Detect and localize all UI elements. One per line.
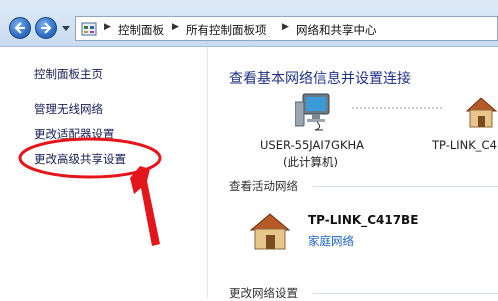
home-network-icon	[249, 213, 291, 250]
change-network-settings-header: 更改网络设置	[229, 286, 298, 300]
breadcrumb-control-panel[interactable]: 控制面板	[118, 22, 164, 38]
main-pane: 查看基本网络信息并设置连接 USER-55JAI7GKHA (此计算机) TP-…	[208, 47, 498, 300]
network-type-link[interactable]: 家庭网络	[308, 233, 354, 249]
section-divider	[313, 293, 498, 294]
control-panel-home-link[interactable]: 控制面板主页	[34, 66, 103, 82]
breadcrumb-all-items[interactable]: 所有控制面板项	[186, 22, 267, 38]
address-toolbar: ▶ 控制面板 ▶ 所有控制面板项 ▶ 网络和共享中心	[0, 0, 498, 47]
page-title: 查看基本网络信息并设置连接	[229, 71, 411, 87]
network-node-name: TP-LINK_C4	[432, 138, 497, 152]
section-divider	[313, 186, 498, 187]
active-networks-header: 查看活动网络	[229, 179, 298, 193]
breadcrumb-separator[interactable]: ▶	[172, 22, 179, 32]
advanced-sharing-link[interactable]: 更改高级共享设置	[34, 151, 126, 167]
control-panel-icon	[81, 22, 97, 36]
breadcrumb-separator[interactable]: ▶	[282, 22, 289, 32]
connection-line	[352, 107, 442, 109]
house-icon[interactable]	[463, 95, 498, 129]
forward-button[interactable]	[35, 17, 57, 39]
arrow-right-icon	[41, 22, 52, 34]
history-dropdown-icon[interactable]	[62, 24, 70, 32]
computer-sublabel: (此计算机)	[283, 155, 338, 169]
back-button[interactable]	[9, 17, 31, 39]
breadcrumb-network-center[interactable]: 网络和共享中心	[296, 22, 377, 38]
breadcrumb-separator[interactable]: ▶	[104, 22, 111, 32]
manage-wireless-link[interactable]: 管理无线网络	[34, 101, 103, 117]
left-pane: 控制面板主页 管理无线网络 更改适配器设置 更改高级共享设置	[0, 47, 207, 298]
computer-icon[interactable]	[295, 92, 331, 132]
change-adapter-link[interactable]: 更改适配器设置	[34, 126, 115, 142]
active-network-name: TP-LINK_C417BE	[308, 213, 419, 227]
address-field[interactable]: ▶ 控制面板 ▶ 所有控制面板项 ▶ 网络和共享中心	[75, 16, 498, 41]
computer-name: USER-55JAI7GKHA	[260, 138, 365, 152]
arrow-left-icon	[14, 22, 25, 34]
